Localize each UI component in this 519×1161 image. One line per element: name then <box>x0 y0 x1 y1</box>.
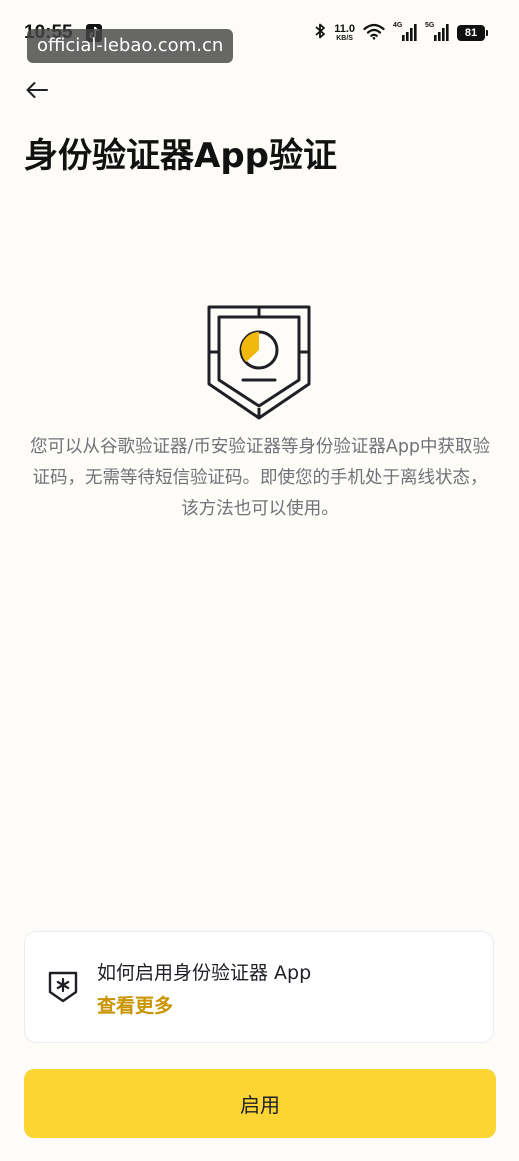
network-speed-value: 11.0 <box>334 23 355 35</box>
bluetooth-icon <box>314 22 326 44</box>
enable-button[interactable]: 启用 <box>24 1069 496 1138</box>
how-to-enable-card[interactable]: 如何启用身份验证器 App 查看更多 <box>24 931 494 1043</box>
description-text: 您可以从谷歌验证器/币安验证器等身份验证器App中获取验证码，无需等待短信验证码… <box>29 437 491 519</box>
signal-4g-label: 4G <box>393 22 403 29</box>
watermark-banner: official-lebao.com.cn <box>27 29 234 63</box>
arrow-left-icon <box>26 82 48 98</box>
back-button[interactable] <box>22 76 52 104</box>
wifi-icon <box>363 23 385 44</box>
card-title: 如何启用身份验证器 App <box>97 962 312 984</box>
authenticator-shield-icon <box>206 304 312 426</box>
signal-5g-label: 5G <box>425 22 435 29</box>
network-speed: 11.0 KB/S <box>334 23 355 43</box>
status-icons: 11.0 KB/S 4G 5G 81 <box>314 22 488 44</box>
signal-4g: 4G <box>393 22 417 42</box>
screen: 10:55 official-lebao.com.cn 11.0 KB/S <box>0 0 519 1161</box>
page-title: 身份验证器App验证 <box>24 136 337 176</box>
status-bar: 10:55 official-lebao.com.cn 11.0 KB/S <box>0 0 519 66</box>
battery-icon: 81 <box>457 25 488 41</box>
view-more-link[interactable]: 查看更多 <box>97 991 173 1018</box>
network-speed-unit: KB/S <box>336 35 353 42</box>
signal-5g: 5G <box>425 22 449 42</box>
shield-asterisk-icon <box>48 971 78 1007</box>
